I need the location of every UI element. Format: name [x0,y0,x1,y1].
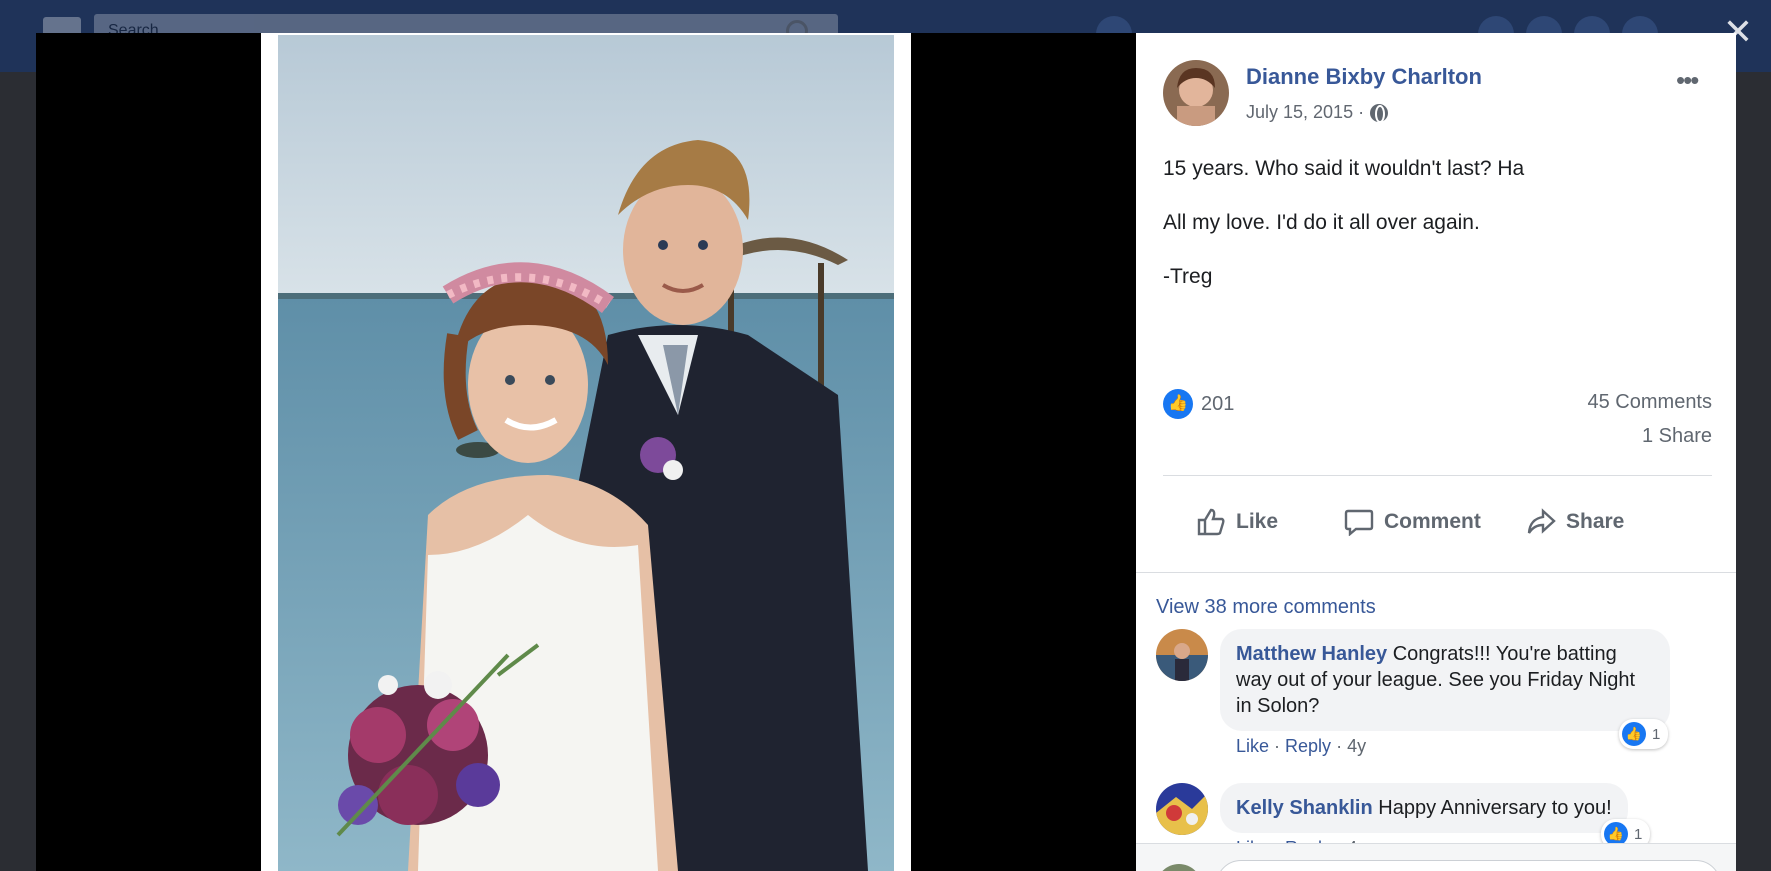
divider [1163,475,1712,476]
shares-count[interactable]: 1 Share [1642,425,1712,448]
like-icon: 👍 [1622,722,1646,746]
more-icon[interactable]: ••• [1676,65,1699,96]
comment-bubble: Kelly Shanklin Happy Anniversary to you! [1220,783,1628,833]
comment-reactions-count: 1 [1634,825,1643,843]
comment-reactions[interactable]: 👍 1 [1619,719,1669,749]
post-author-name[interactable]: Dianne Bixby Charlton [1246,64,1482,90]
comment-reactions-count: 1 [1652,725,1661,743]
share-icon [1527,508,1556,534]
reactions-count: 201 [1201,392,1235,415]
like-icon [1197,508,1225,536]
divider [1136,572,1736,573]
comment-button[interactable]: Comment [1344,508,1481,536]
view-more-comments-link[interactable]: View 38 more comments [1156,596,1376,619]
post-text-line-2: All my love. I'd do it all over again. [1163,211,1480,234]
like-icon: 👍 [1163,389,1193,419]
comment-meta: Like · Reply · 4y [1236,736,1367,756]
comment-icon [1344,509,1374,536]
author-avatar[interactable] [1163,60,1229,126]
comment-label: Comment [1384,510,1481,533]
comment-age[interactable]: 4y [1347,736,1366,756]
post-date[interactable]: July 15, 2015 · [1246,102,1364,123]
like-button[interactable]: Like [1196,508,1278,536]
comment-input[interactable] [1216,860,1721,871]
comment-reply-link[interactable]: Reply [1285,736,1331,756]
write-comment-bar [1136,843,1736,871]
commenter-avatar[interactable] [1156,783,1208,835]
post-date-line: July 15, 2015 · [1246,102,1389,123]
comment-text: Happy Anniversary to you! [1378,797,1612,819]
wedding-photo[interactable] [278,35,894,871]
post-text-line-3: -Treg [1163,265,1213,288]
commenter-name[interactable]: Matthew Hanley [1236,643,1387,665]
commenter-name[interactable]: Kelly Shanklin [1236,797,1373,819]
commenter-avatar[interactable] [1156,629,1208,681]
post-text-line-1: 15 years. Who said it wouldn't last? Ha [1163,157,1525,180]
share-button[interactable]: Share [1526,508,1624,536]
comment-like-link[interactable]: Like [1236,736,1269,756]
current-user-avatar[interactable] [1156,864,1202,871]
globe-icon [1370,103,1389,123]
comment-bubble: Matthew Hanley Congrats!!! You're battin… [1220,629,1670,731]
share-label: Share [1566,510,1625,533]
comments-count[interactable]: 45 Comments [1588,391,1713,414]
post-side-panel: Dianne Bixby Charlton July 15, 2015 · ••… [1136,33,1736,871]
like-label: Like [1236,510,1279,533]
reactions-summary[interactable]: 👍 201 [1163,389,1234,419]
